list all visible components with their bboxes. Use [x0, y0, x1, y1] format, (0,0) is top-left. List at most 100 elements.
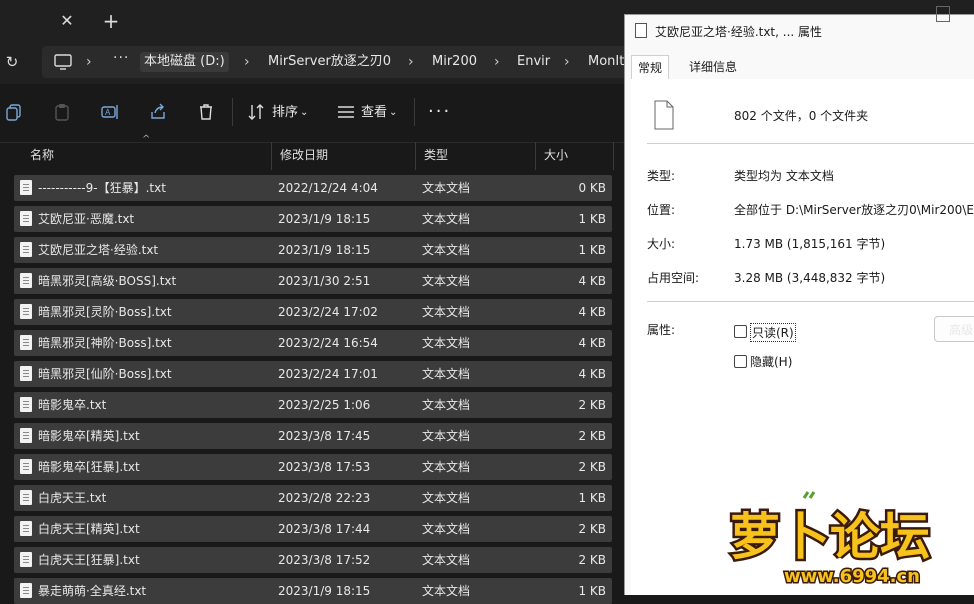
- table-row[interactable]: 艾欧尼亚之塔·经验.txt 2023/1/9 18:15 文本文档 1 KB: [14, 237, 612, 263]
- file-name: 暗影鬼卒[狂暴].txt: [38, 460, 140, 474]
- computer-icon[interactable]: [54, 52, 72, 72]
- file-date: 2023/1/9 18:15: [278, 584, 371, 598]
- breadcrumb-monitems[interactable]: MonIt: [588, 52, 624, 72]
- new-tab-icon[interactable]: +: [100, 10, 122, 32]
- toolbar-divider: [414, 98, 415, 126]
- chevron-down-icon[interactable]: ⌄: [300, 104, 308, 122]
- dialog-tabs: 常规 详细信息: [631, 55, 974, 81]
- copy-icon[interactable]: [4, 102, 24, 122]
- text-file-icon: [20, 335, 32, 350]
- paste-icon[interactable]: [52, 102, 72, 122]
- svg-text:www.6994.cn: www.6994.cn: [784, 566, 920, 587]
- table-row[interactable]: 白虎天王.txt 2023/2/8 22:23 文本文档 1 KB: [14, 485, 612, 511]
- column-name[interactable]: 名称: [22, 142, 272, 170]
- file-size: 1 KB: [578, 584, 606, 598]
- column-date[interactable]: 修改日期: [272, 142, 416, 170]
- advanced-button[interactable]: 高级: [934, 316, 974, 342]
- view-button[interactable]: 查看: [361, 104, 387, 122]
- view-icon[interactable]: [336, 102, 356, 122]
- tab-general[interactable]: 常规: [631, 55, 670, 81]
- file-type: 文本文档: [422, 274, 471, 288]
- file-size: 1 KB: [578, 212, 606, 226]
- text-file-icon: [20, 366, 32, 381]
- file-name: 暴走萌萌·全真经.txt: [38, 584, 147, 598]
- toolbar-divider: [232, 98, 233, 126]
- disk-size-label: 占用空间:: [647, 271, 700, 285]
- file-type: 文本文档: [422, 243, 471, 257]
- table-row[interactable]: 白虎天王[狂暴].txt 2023/3/8 17:52 文本文档 2 KB: [14, 547, 612, 573]
- svg-text:A: A: [105, 108, 111, 117]
- file-type: 文本文档: [422, 305, 471, 319]
- breadcrumb-mir200[interactable]: Mir200: [432, 52, 477, 72]
- tab-details[interactable]: 详细信息: [683, 55, 743, 79]
- file-name: 艾欧尼亚·恶魔.txt: [38, 212, 135, 226]
- table-row[interactable]: 暗黑邪灵[仙阶·Boss].txt 2023/2/24 17:01 文本文档 4 KB: [14, 361, 612, 387]
- file-name: 暗黑邪灵[灵阶·Boss].txt: [38, 305, 172, 319]
- column-size[interactable]: 大小: [536, 142, 614, 170]
- breadcrumb[interactable]: › ··· 本地磁盘 (D:) › MirServer放逐之刃0 › Mir20…: [42, 46, 642, 78]
- text-file-icon: [20, 211, 32, 226]
- hidden-checkbox[interactable]: [734, 355, 747, 368]
- chevron-right-icon[interactable]: ›: [564, 52, 570, 72]
- chevron-right-icon[interactable]: ›: [244, 52, 250, 72]
- breadcrumb-overflow[interactable]: ···: [113, 50, 129, 66]
- file-date: 2023/3/8 17:44: [278, 522, 371, 536]
- table-row[interactable]: 艾欧尼亚·恶魔.txt 2023/1/9 18:15 文本文档 1 KB: [14, 206, 612, 232]
- readonly-checkbox[interactable]: [734, 325, 747, 338]
- table-row[interactable]: 暗黑邪灵[高级·BOSS].txt 2023/1/30 2:51 文本文档 4 KB: [14, 268, 612, 294]
- size-value: 1.73 MB (1,815,161 字节): [734, 237, 886, 251]
- file-type: 文本文档: [422, 584, 471, 598]
- table-row[interactable]: 暗黑邪灵[灵阶·Boss].txt 2023/2/24 17:02 文本文档 4 KB: [14, 299, 612, 325]
- text-file-icon: [20, 242, 32, 257]
- chevron-right-icon[interactable]: ›: [494, 52, 500, 72]
- file-size: 4 KB: [578, 336, 606, 350]
- breadcrumb-mirserver[interactable]: MirServer放逐之刃0: [268, 52, 391, 72]
- file-name: 暗影鬼卒[精英].txt: [38, 429, 140, 443]
- file-type: 文本文档: [422, 522, 471, 536]
- file-date: 2023/2/24 17:02: [278, 305, 378, 319]
- table-row[interactable]: 白虎天王[精英].txt 2023/3/8 17:44 文本文档 2 KB: [14, 516, 612, 542]
- close-tab-icon[interactable]: ✕: [58, 10, 76, 32]
- table-row[interactable]: 暗黑邪灵[神阶·Boss].txt 2023/2/24 16:54 文本文档 4 KB: [14, 330, 612, 356]
- file-name: 白虎天王[精英].txt: [38, 522, 140, 536]
- rename-icon[interactable]: A: [100, 102, 120, 122]
- breadcrumb-drive[interactable]: 本地磁盘 (D:): [140, 52, 229, 72]
- text-file-icon: [20, 428, 32, 443]
- file-size: 2 KB: [578, 522, 606, 536]
- file-date: 2023/2/24 17:01: [278, 367, 378, 381]
- attributes-label: 属性:: [647, 323, 676, 337]
- file-icon: [635, 23, 647, 38]
- sort-button[interactable]: 排序: [272, 104, 298, 122]
- type-label: 类型:: [647, 169, 676, 183]
- file-type: 文本文档: [422, 460, 471, 474]
- sort-icon[interactable]: [246, 102, 266, 122]
- file-name: 白虎天王.txt: [38, 491, 107, 505]
- chevron-right-icon[interactable]: ›: [86, 52, 92, 72]
- file-type: 文本文档: [422, 212, 471, 226]
- file-size: 1 KB: [578, 491, 606, 505]
- more-options-button[interactable]: ···: [428, 103, 451, 121]
- refresh-icon[interactable]: ↻: [2, 52, 22, 72]
- maximize-icon[interactable]: [936, 6, 950, 22]
- chevron-right-icon[interactable]: ›: [408, 52, 414, 72]
- file-type: 文本文档: [422, 398, 471, 412]
- hidden-label[interactable]: 隐藏(H): [750, 353, 792, 370]
- file-size: 1 KB: [578, 243, 606, 257]
- breadcrumb-envir[interactable]: Envir: [517, 52, 550, 72]
- command-bar: [0, 84, 630, 143]
- file-name: 暗黑邪灵[仙阶·Boss].txt: [38, 367, 172, 381]
- text-file-icon: [20, 459, 32, 474]
- text-file-icon: [20, 490, 32, 505]
- table-row[interactable]: 暗影鬼卒[狂暴].txt 2023/3/8 17:53 文本文档 2 KB: [14, 454, 612, 480]
- table-row[interactable]: 暗影鬼卒[精英].txt 2023/3/8 17:45 文本文档 2 KB: [14, 423, 612, 449]
- table-row[interactable]: 暗影鬼卒.txt 2023/2/25 1:06 文本文档 2 KB: [14, 392, 612, 418]
- delete-icon[interactable]: [196, 102, 216, 122]
- size-label: 大小:: [647, 237, 676, 251]
- table-row[interactable]: 暴走萌萌·全真经.txt 2023/1/9 18:15 文本文档 1 KB: [14, 578, 612, 604]
- chevron-down-icon[interactable]: ⌄: [389, 104, 397, 122]
- table-row[interactable]: -----------9-【狂暴】.txt 2022/12/24 4:04 文本文档…: [14, 175, 612, 201]
- file-size: 4 KB: [578, 274, 606, 288]
- share-icon[interactable]: [148, 102, 168, 122]
- column-type[interactable]: 类型: [416, 142, 536, 170]
- readonly-label[interactable]: 只读(R): [750, 323, 796, 342]
